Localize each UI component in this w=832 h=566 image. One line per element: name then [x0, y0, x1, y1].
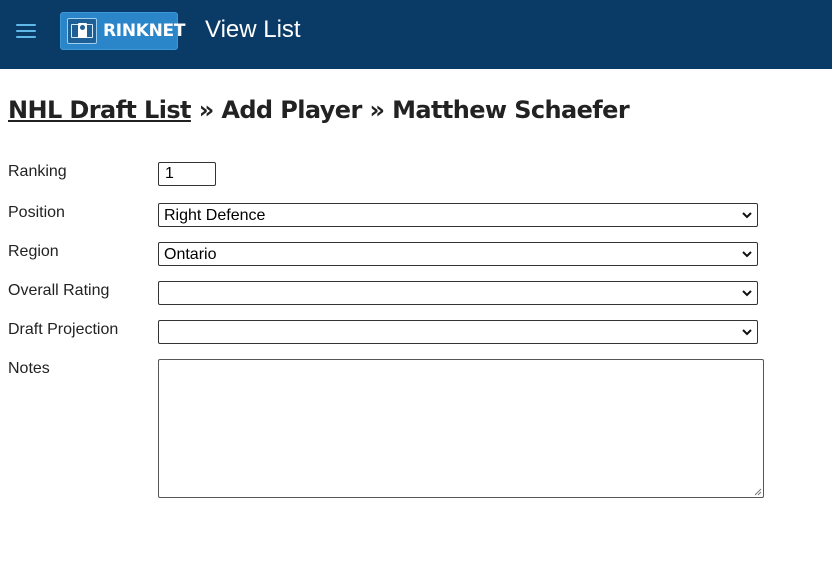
- chevron-down-icon: [742, 290, 752, 297]
- position-select[interactable]: Right Defence: [158, 203, 758, 227]
- breadcrumb-separator: »: [198, 96, 215, 124]
- overall-rating-select[interactable]: [158, 281, 758, 305]
- breadcrumb-player-name: Matthew Schaefer: [392, 96, 630, 124]
- breadcrumb-link-draft-list[interactable]: NHL Draft List: [8, 96, 192, 124]
- region-selected-value: Ontario: [164, 246, 217, 263]
- breadcrumb-step: Add Player: [221, 96, 362, 124]
- breadcrumb: NHL Draft List » Add Player » Matthew Sc…: [8, 96, 630, 124]
- position-label: Position: [8, 204, 65, 221]
- hamburger-menu-icon[interactable]: [16, 24, 36, 40]
- overall-rating-label: Overall Rating: [8, 282, 110, 299]
- ranking-input[interactable]: [158, 162, 216, 186]
- draft-projection-label: Draft Projection: [8, 321, 119, 338]
- notes-textarea[interactable]: [158, 359, 764, 498]
- page-title: View List: [205, 16, 301, 43]
- ranking-label: Ranking: [8, 163, 67, 180]
- region-label: Region: [8, 243, 59, 260]
- resize-grip-icon[interactable]: [753, 487, 762, 496]
- rinknet-logo[interactable]: RINKNET: [60, 12, 185, 50]
- logo-text: RINKNET: [103, 21, 186, 41]
- position-selected-value: Right Defence: [164, 207, 266, 224]
- rinknet-logo-icon: [67, 18, 97, 44]
- chevron-down-icon: [742, 212, 752, 219]
- top-bar: RINKNET View List: [0, 0, 832, 69]
- breadcrumb-separator: »: [369, 96, 385, 124]
- chevron-down-icon: [742, 251, 752, 258]
- chevron-down-icon: [742, 329, 752, 336]
- region-select[interactable]: Ontario: [158, 242, 758, 266]
- draft-projection-select[interactable]: [158, 320, 758, 344]
- notes-label: Notes: [8, 360, 50, 377]
